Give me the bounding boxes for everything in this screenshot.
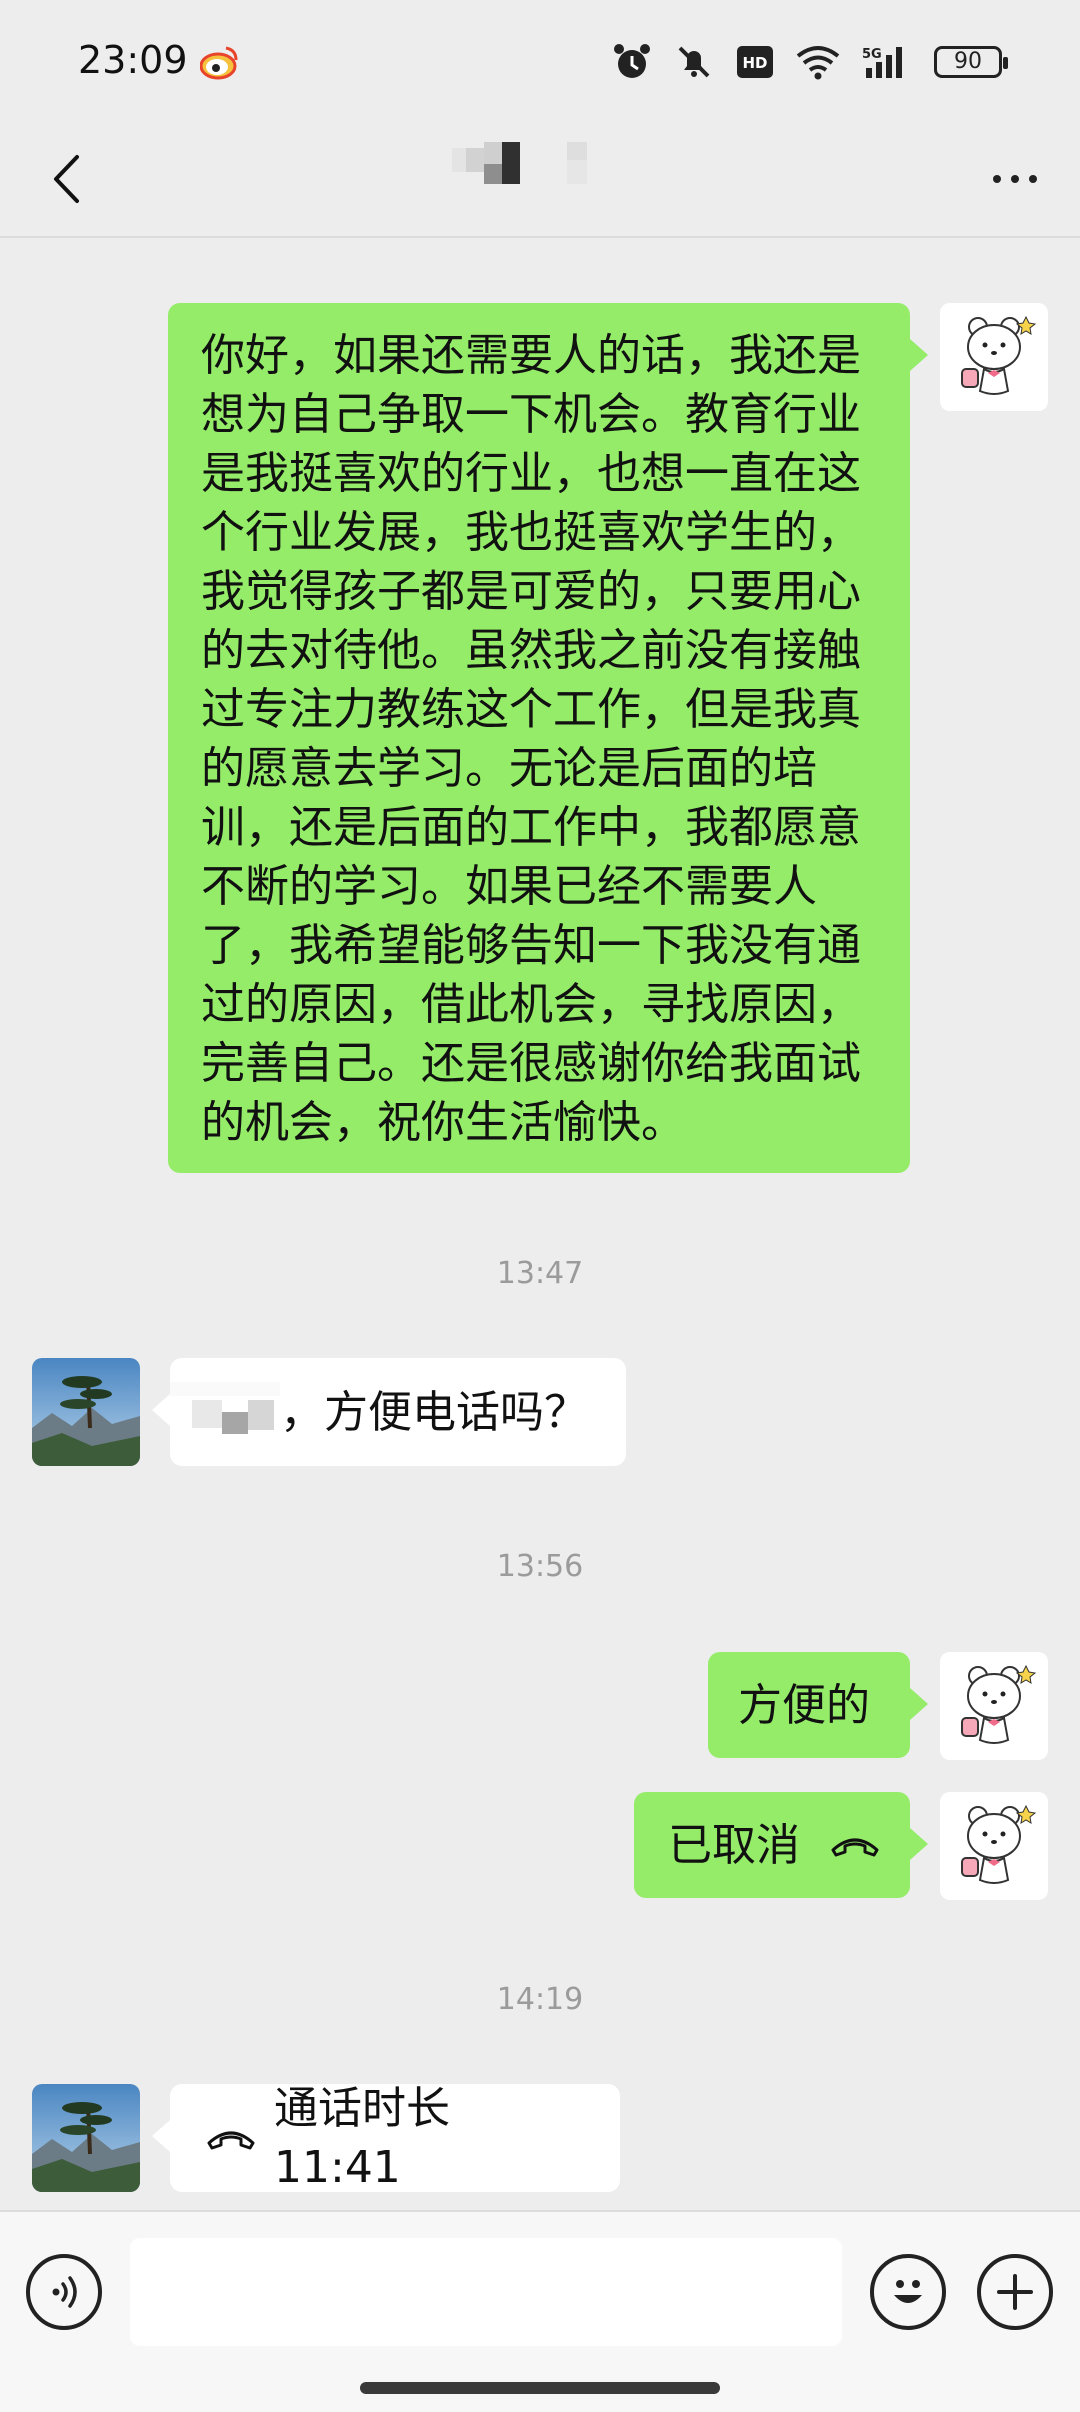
message-line: 个行业发展，我也挺喜欢学生的， (201, 507, 861, 558)
message-line: 想为自己争取一下机会。教育行业 (201, 389, 861, 440)
bear-avatar-image (940, 303, 1048, 411)
battery-icon: 90 (934, 46, 1008, 78)
message-line: 了，我希望能够告知一下我没有通 (201, 920, 861, 971)
mute-icon (678, 46, 710, 78)
wifi-icon (796, 46, 840, 80)
hd-icon: HD (737, 46, 773, 78)
message-line: 完善自己。还是很感谢你给我面试 (201, 1038, 861, 1089)
emoji-button[interactable] (870, 2254, 946, 2330)
message-line: 你好，如果还需要人的话，我还是 (201, 330, 861, 381)
bear-avatar-image (940, 1792, 1048, 1900)
my-avatar[interactable] (940, 303, 1048, 411)
bear-avatar-image (940, 1652, 1048, 1760)
message-line: 的机会，祝你生活愉快。 (201, 1097, 685, 1148)
timestamp: 13:47 (496, 1256, 584, 1291)
call-cancelled-bubble[interactable]: 已取消 (634, 1792, 928, 1898)
chevron-left-icon (54, 155, 79, 203)
my-message-bubble[interactable]: 方便的 (708, 1652, 928, 1758)
more-options-button[interactable] (980, 156, 1050, 202)
message-line: 我觉得孩子都是可爱的，只要用心 (201, 566, 861, 617)
timestamp: 14:19 (496, 1982, 584, 2017)
voice-input-button[interactable] (26, 2254, 102, 2330)
redacted-name (170, 1382, 280, 1434)
more-horizontal-icon (993, 175, 1001, 183)
message-text: 已取消 (668, 1819, 800, 1871)
message-line: 的愿意去学习。无论是后面的培 (201, 743, 817, 794)
signal-5g-icon: 5G (862, 47, 902, 78)
home-indicator[interactable] (360, 2382, 720, 2394)
status-icons: HD 5G 90 (612, 42, 1008, 82)
svg-text:HD: HD (742, 54, 767, 72)
contact-message-bubble[interactable]: ，方便电话吗？ (152, 1358, 626, 1466)
status-bar: 23:09 HD 5G 90 (0, 0, 1080, 120)
chat-screen: 23:09 HD 5G 90 你好，如果还需要人的话，我还是 想为自己争取一下机… (0, 0, 1080, 2412)
phone-hangup-icon (207, 2131, 255, 2150)
message-line: 过专注力教练这个工作，但是我真 (201, 684, 861, 735)
chat-header (0, 120, 1080, 238)
status-time: 23:09 (78, 38, 188, 82)
back-button[interactable] (36, 146, 96, 212)
message-text: ，方便电话吗？ (280, 1386, 588, 1438)
plus-icon (997, 2274, 1033, 2310)
message-text: 通话时长 11:41 (274, 2083, 450, 2193)
contact-avatar[interactable] (32, 1358, 140, 1466)
call-duration-bubble[interactable]: 通话时长 11:41 (152, 2083, 620, 2193)
timestamp: 13:56 (496, 1549, 584, 1584)
my-avatar[interactable] (940, 1652, 1048, 1760)
alarm-icon (614, 44, 650, 78)
weibo-icon (200, 46, 238, 80)
contact-avatar[interactable] (32, 2084, 140, 2192)
message-line: 过的原因，借此机会，寻找原因， (201, 979, 861, 1030)
phone-hangup-icon (831, 1838, 879, 1857)
message-line: 训，还是后面的工作中，我都愿意 (201, 802, 861, 853)
landscape-avatar-image (32, 2084, 140, 2192)
battery-level: 90 (954, 49, 982, 74)
my-message-bubble[interactable]: 你好，如果还需要人的话，我还是 想为自己争取一下机会。教育行业 是我挺喜欢的行业… (168, 303, 928, 1173)
message-line: 是我挺喜欢的行业，也想一直在这 (201, 448, 861, 499)
message-line: 不断的学习。如果已经不需要人 (201, 861, 817, 912)
landscape-avatar-image (32, 1358, 140, 1466)
input-bar (0, 2210, 1080, 2412)
svg-text:5G: 5G (862, 47, 882, 62)
message-line: 的去对待他。虽然我之前没有接触 (201, 625, 861, 676)
my-avatar[interactable] (940, 1792, 1048, 1900)
voice-icon (52, 2276, 77, 2308)
message-input[interactable] (130, 2238, 842, 2346)
contact-name-redacted (452, 142, 587, 184)
more-functions-button[interactable] (977, 2254, 1053, 2330)
message-text: 方便的 (738, 1679, 870, 1731)
emoji-icon (894, 2280, 922, 2303)
